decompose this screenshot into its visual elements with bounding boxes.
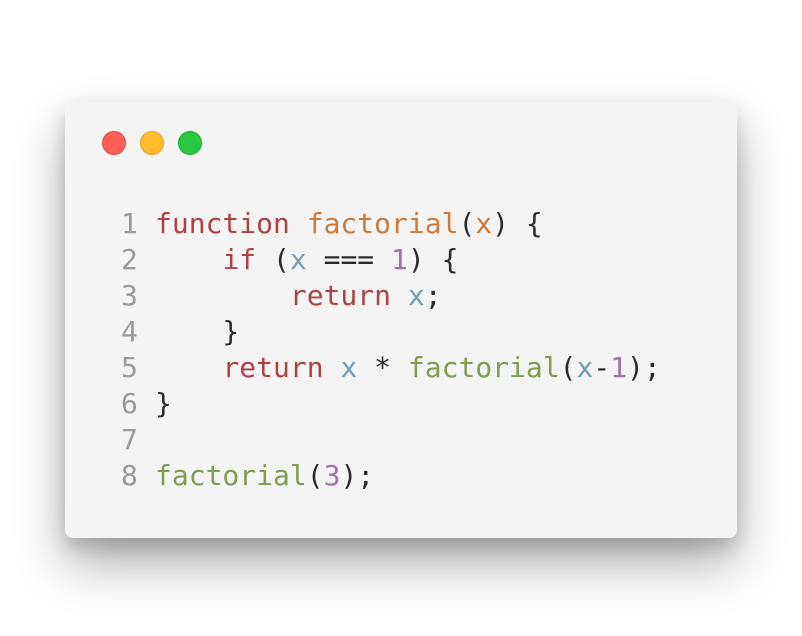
code-token: x bbox=[576, 351, 594, 384]
line-number: 7 bbox=[121, 423, 138, 456]
code-token: } bbox=[155, 315, 240, 348]
code-token: ( bbox=[458, 207, 476, 240]
code-line: 6} bbox=[121, 386, 661, 422]
code-token: ); bbox=[627, 351, 661, 384]
code-token: ) { bbox=[407, 243, 459, 276]
code-token: ) { bbox=[492, 207, 543, 240]
code-line: 8 factorial(3); bbox=[121, 458, 661, 494]
code-token: return bbox=[222, 351, 324, 384]
code-line: 3 return x; bbox=[121, 278, 661, 314]
code-token: x bbox=[289, 243, 307, 276]
code-block[interactable]: 1 function factorial(x) {2 if (x === 1) {… bbox=[121, 206, 661, 494]
line-source: } bbox=[155, 386, 172, 422]
code-token: ( bbox=[559, 351, 577, 384]
line-number: 2 bbox=[121, 243, 138, 276]
line-source: if (x === 1) { bbox=[155, 242, 458, 278]
minimize-button[interactable] bbox=[140, 131, 164, 155]
window-controls bbox=[102, 131, 202, 157]
code-token: return bbox=[289, 279, 392, 312]
code-token: * bbox=[357, 351, 408, 384]
line-number: 4 bbox=[121, 315, 138, 348]
close-button[interactable] bbox=[102, 131, 126, 155]
code-token: ; bbox=[424, 279, 442, 312]
line-source: return x * factorial(x-1); bbox=[155, 350, 661, 386]
code-token: } bbox=[155, 387, 172, 420]
code-token: ); bbox=[340, 459, 375, 492]
code-line: 4 } bbox=[121, 314, 661, 350]
code-token: factorial bbox=[407, 351, 560, 384]
code-token: 3 bbox=[323, 459, 341, 492]
code-token: x bbox=[475, 207, 493, 240]
code-token: x bbox=[340, 351, 358, 384]
code-line: 5 return x * factorial(x-1); bbox=[121, 350, 661, 386]
code-token: factorial bbox=[306, 207, 459, 240]
code-token: if bbox=[222, 243, 257, 276]
maximize-button[interactable] bbox=[178, 131, 202, 155]
line-number: 8 bbox=[121, 459, 138, 492]
code-token: === bbox=[306, 243, 392, 276]
code-line: 7 bbox=[121, 422, 661, 458]
code-token: factorial bbox=[155, 459, 307, 492]
line-source: factorial(3); bbox=[155, 458, 374, 494]
code-window: 1 function factorial(x) {2 if (x === 1) {… bbox=[65, 102, 737, 538]
line-source: return x; bbox=[155, 278, 442, 314]
line-source: function factorial(x) { bbox=[155, 206, 543, 242]
code-token: - bbox=[593, 351, 611, 384]
code-line: 1 function factorial(x) { bbox=[121, 206, 661, 242]
code-token: x bbox=[407, 279, 425, 312]
line-number: 5 bbox=[121, 351, 138, 384]
code-token: ( bbox=[256, 243, 290, 276]
line-number: 1 bbox=[121, 207, 138, 240]
line-source: } bbox=[155, 314, 239, 350]
code-token: function bbox=[155, 207, 290, 240]
code-token: ( bbox=[306, 459, 324, 492]
line-number: 6 bbox=[121, 387, 138, 420]
code-token: 1 bbox=[391, 243, 408, 276]
line-number: 3 bbox=[121, 279, 138, 312]
code-token: 1 bbox=[610, 351, 628, 384]
code-line: 2 if (x === 1) { bbox=[121, 242, 661, 278]
